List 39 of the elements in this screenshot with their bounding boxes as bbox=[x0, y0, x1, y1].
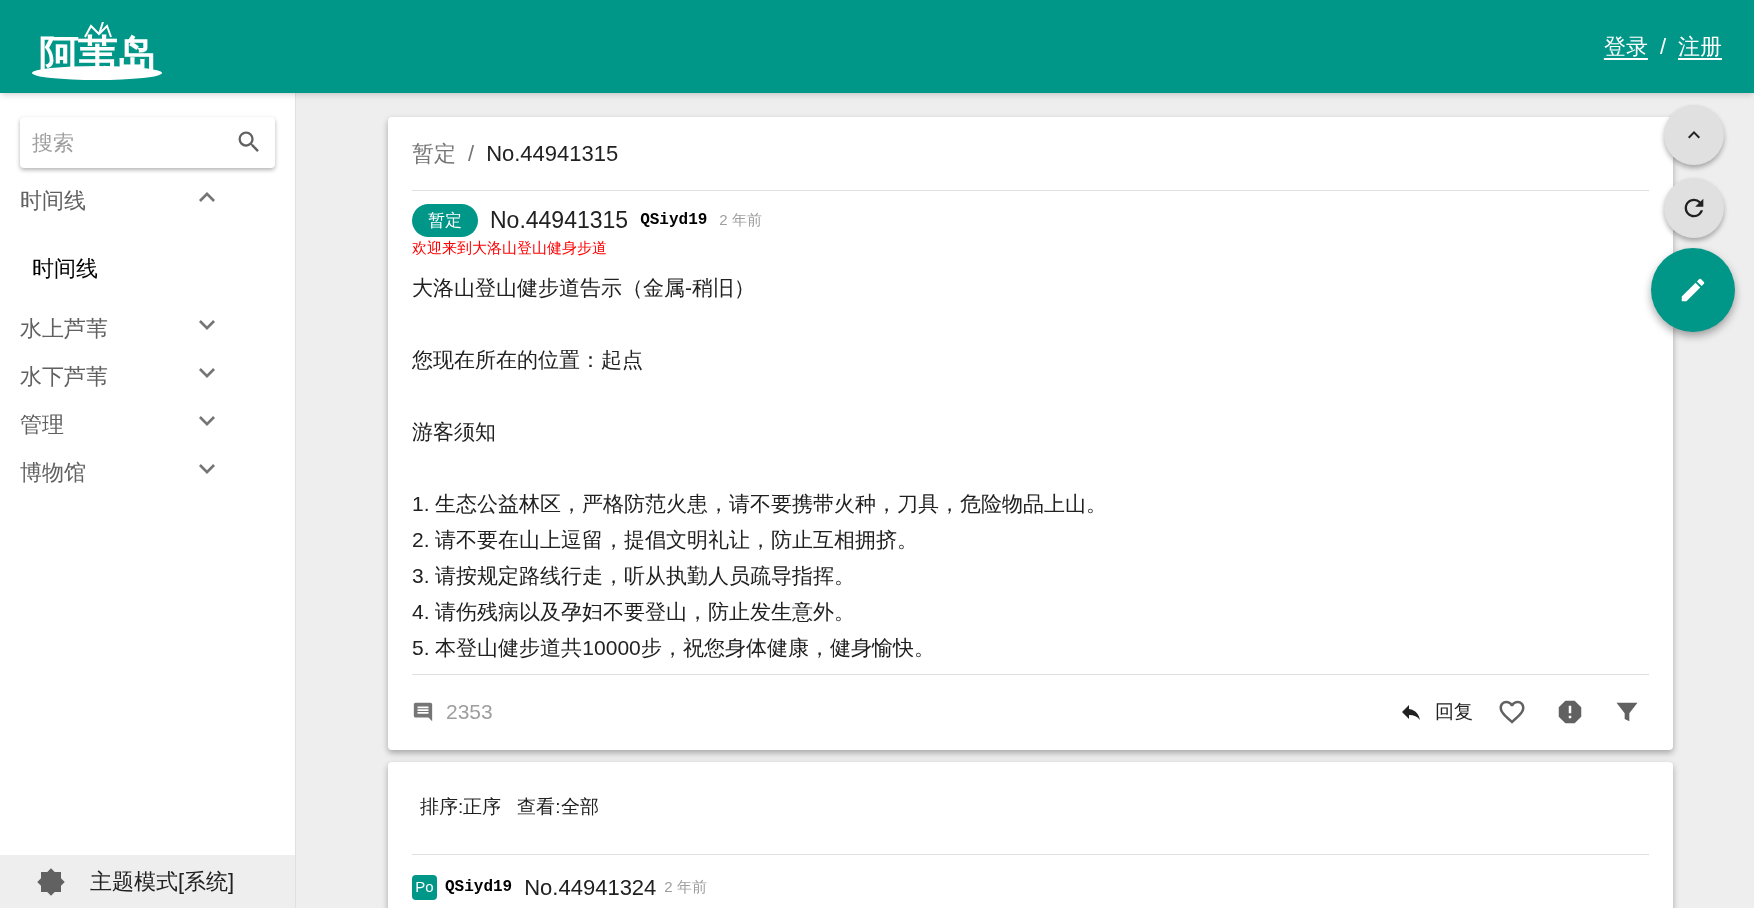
post-number: No.44941315 bbox=[490, 206, 629, 235]
menu-group[interactable]: 时间线 bbox=[20, 184, 86, 217]
user-id: QSiyd19 bbox=[445, 877, 513, 898]
reply-number: No.44941324 bbox=[524, 873, 657, 902]
menu-item[interactable]: 时间线 bbox=[0, 244, 295, 292]
menu-group[interactable]: 水上芦苇 bbox=[20, 312, 108, 345]
reply-count: 2353 bbox=[446, 699, 493, 726]
comment-icon bbox=[412, 701, 434, 723]
auth-link[interactable]: 登录 bbox=[1603, 30, 1648, 63]
compose-button[interactable] bbox=[1651, 248, 1735, 332]
menu-group[interactable]: 博物馆 bbox=[20, 456, 86, 489]
theme-mode-button[interactable]: 主题模式[系统] bbox=[0, 855, 295, 908]
post-text-line: 4. 请伤残病以及孕妇不要登山，防止发生意外。 bbox=[412, 598, 857, 625]
post-text-line: 1. 生态公益林区，严格防范火患，请不要携带火种，刀具，危险物品上山。 bbox=[412, 490, 1109, 517]
reply-time: 2 年前 bbox=[664, 876, 707, 897]
user-id: QSiyd19 bbox=[640, 210, 708, 232]
search-field[interactable]: 搜索 bbox=[20, 117, 275, 168]
post-notice: 欢迎来到大洛山登山健身步道 bbox=[412, 237, 608, 258]
separator: / bbox=[468, 140, 475, 168]
separator: / bbox=[1659, 33, 1666, 61]
thread-title: No.44941315 bbox=[486, 140, 619, 168]
post-text-line: 游客须知 bbox=[412, 418, 497, 445]
post-time: 2 年前 bbox=[719, 210, 762, 230]
auth-link[interactable]: 注册 bbox=[1678, 30, 1722, 63]
post-text-line: 2. 请不要在山上逗留，提倡文明礼让，防止互相拥挤。 bbox=[412, 526, 920, 553]
theme-icon bbox=[36, 866, 66, 897]
sort-option[interactable]: 排序:正序 bbox=[420, 793, 502, 822]
post-text-line: 3. 请按规定路线行走，听从执勤人员疏导指挥。 bbox=[412, 562, 857, 589]
breadcrumb-link[interactable]: 暂定 bbox=[412, 137, 456, 170]
post-text-line: 您现在所在的位置：起点 bbox=[412, 346, 644, 373]
sort-option[interactable]: 查看:全部 bbox=[517, 793, 599, 822]
post-text-line: 大洛山登山健步道告示（金属-稍旧） bbox=[412, 274, 756, 301]
menu-group[interactable]: 管理 bbox=[20, 408, 64, 441]
refresh-button[interactable] bbox=[1664, 178, 1724, 238]
reply-button[interactable]: 回复 bbox=[1399, 697, 1473, 727]
avatar-badge: Po bbox=[412, 874, 437, 900]
post-text-line: 5. 本登山健步道共10000步，祝您身体健康，健身愉快。 bbox=[412, 634, 936, 661]
menu-group[interactable]: 水下芦苇 bbox=[20, 360, 108, 393]
status-tag: 暂定 bbox=[412, 203, 478, 237]
